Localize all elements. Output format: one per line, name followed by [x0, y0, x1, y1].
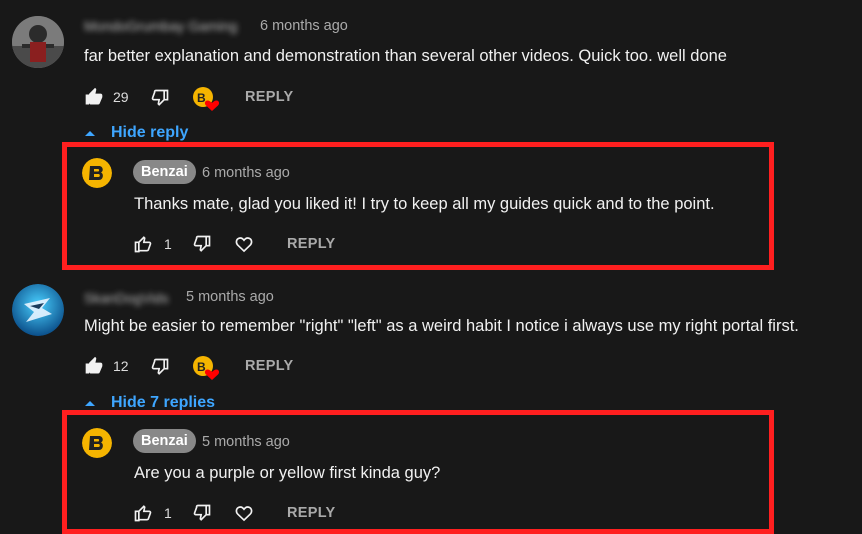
thumbs-up-icon: [133, 234, 153, 254]
heart-icon[interactable]: [234, 503, 254, 523]
comment-author[interactable]: SkanDogVids: [84, 290, 169, 306]
thumbs-down-icon: [192, 234, 212, 254]
avatar[interactable]: [12, 16, 64, 68]
reply-text: Are you a purple or yellow first kinda g…: [134, 464, 441, 482]
reply-button[interactable]: REPLY: [245, 89, 294, 105]
reply-timestamp[interactable]: 6 months ago: [202, 165, 290, 181]
dislike-button[interactable]: [192, 503, 212, 523]
like-button[interactable]: [84, 87, 104, 107]
like-count: 1: [164, 236, 172, 252]
thumbs-up-icon: [133, 503, 153, 523]
author-chip[interactable]: Benzai: [133, 160, 196, 184]
chevron-up-icon: [82, 395, 98, 411]
heart-icon[interactable]: [234, 234, 254, 254]
dislike-button[interactable]: [150, 88, 170, 108]
thumbs-down-icon: [150, 88, 170, 108]
chevron-up-icon: [82, 125, 98, 141]
svg-text:B: B: [197, 91, 206, 105]
like-count: 1: [164, 505, 172, 521]
like-count: 29: [113, 89, 129, 105]
dislike-button[interactable]: [150, 357, 170, 377]
like-button[interactable]: [133, 234, 153, 254]
reply-button[interactable]: REPLY: [287, 236, 336, 252]
avatar[interactable]: [82, 428, 112, 458]
hide-replies-label: Hide reply: [111, 124, 189, 141]
creator-heart-icon[interactable]: B: [192, 355, 220, 381]
like-button[interactable]: [133, 503, 153, 523]
svg-text:B: B: [197, 360, 206, 374]
dislike-button[interactable]: [192, 234, 212, 254]
like-button[interactable]: [84, 356, 104, 376]
hide-replies-button[interactable]: Hide reply: [82, 124, 188, 142]
avatar[interactable]: [82, 158, 112, 188]
comment-text: Might be easier to remember "right" "lef…: [84, 317, 799, 335]
reply-button[interactable]: REPLY: [245, 358, 294, 374]
reply-timestamp[interactable]: 5 months ago: [202, 434, 290, 450]
avatar[interactable]: [12, 284, 64, 336]
comment-timestamp[interactable]: 6 months ago: [260, 18, 348, 34]
reply-text: Thanks mate, glad you liked it! I try to…: [134, 195, 715, 213]
like-count: 12: [113, 358, 129, 374]
thumbs-down-icon: [192, 503, 212, 523]
author-chip[interactable]: Benzai: [133, 429, 196, 453]
thumbs-up-icon: [84, 87, 104, 107]
comment-text: far better explanation and demonstration…: [84, 47, 727, 65]
thumbs-down-icon: [150, 357, 170, 377]
reply-button[interactable]: REPLY: [287, 505, 336, 521]
comment-author[interactable]: MondoGrumbay Gaming: [84, 18, 237, 34]
comment-timestamp[interactable]: 5 months ago: [186, 289, 274, 305]
thumbs-up-icon: [84, 356, 104, 376]
creator-heart-icon[interactable]: B: [192, 86, 220, 112]
